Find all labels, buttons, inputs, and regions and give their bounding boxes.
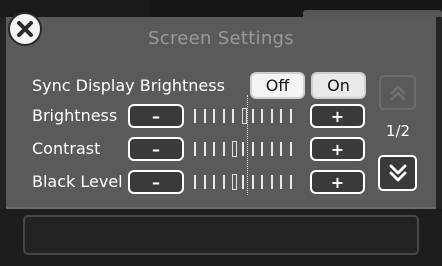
slider-tick: [251, 175, 254, 189]
slider-tick: [270, 175, 273, 189]
slider-tick: [261, 175, 264, 189]
contrast-slider[interactable]: [192, 139, 298, 159]
slider-current-marker: [232, 141, 238, 157]
slider-tick: [290, 175, 292, 189]
slider-tick: [242, 142, 244, 156]
contrast-plus-button[interactable]: +: [310, 137, 365, 161]
slider-tick: [213, 109, 216, 123]
sync-display-brightness-label: Sync Display Brightness: [32, 76, 225, 95]
slider-tick: [280, 109, 283, 123]
brightness-plus-button[interactable]: +: [310, 104, 365, 128]
contrast-label: Contrast: [32, 139, 101, 158]
slider-tick: [290, 109, 292, 123]
screen: Screen Settings Sync Display Brightness …: [0, 0, 442, 266]
page-indicator: 1/2: [385, 122, 411, 140]
slider-tick: [251, 142, 254, 156]
slider-tick: [270, 142, 273, 156]
chevron-up-double-icon: [390, 85, 405, 100]
slider-tick: [203, 175, 206, 189]
brightness-label: Brightness: [32, 106, 118, 125]
slider-tick: [222, 109, 225, 123]
sync-on-button[interactable]: On: [311, 72, 366, 99]
slider-tick: [213, 175, 216, 189]
slider-tick: [194, 175, 196, 189]
slider-current-marker: [232, 174, 238, 190]
slider-tick: [222, 175, 225, 189]
slider-tick: [194, 142, 196, 156]
black-level-label: Black Level: [32, 172, 123, 191]
slider-tick: [222, 142, 225, 156]
black-level-plus-button[interactable]: +: [310, 170, 365, 194]
slider-tick: [270, 109, 273, 123]
slider-tick: [290, 142, 292, 156]
slider-tick: [213, 142, 216, 156]
slider-tick: [261, 109, 264, 123]
chevron-down-double-icon: [389, 164, 406, 182]
slider-tick: [232, 109, 235, 123]
slider-tick: [203, 109, 206, 123]
slider-tick: [261, 142, 264, 156]
slider-tick: [280, 175, 283, 189]
slider-tick: [280, 142, 283, 156]
contrast-minus-button[interactable]: –: [128, 137, 184, 161]
slider-tick: [251, 109, 254, 123]
slider-tick: [194, 109, 196, 123]
brightness-slider[interactable]: [192, 106, 298, 126]
sync-off-button[interactable]: Off: [250, 72, 305, 99]
bottom-info-area: [23, 215, 419, 255]
brightness-minus-button[interactable]: –: [128, 104, 184, 128]
scroll-up-button[interactable]: [379, 75, 416, 110]
black-level-minus-button[interactable]: –: [128, 170, 184, 194]
page-title: Screen Settings: [148, 28, 294, 49]
slider-tick: [203, 142, 206, 156]
tab-right: [303, 10, 442, 17]
slider-center-line: [247, 95, 248, 195]
scroll-down-button[interactable]: [378, 155, 417, 191]
black-level-slider[interactable]: [192, 172, 298, 192]
slider-tick: [242, 175, 244, 189]
